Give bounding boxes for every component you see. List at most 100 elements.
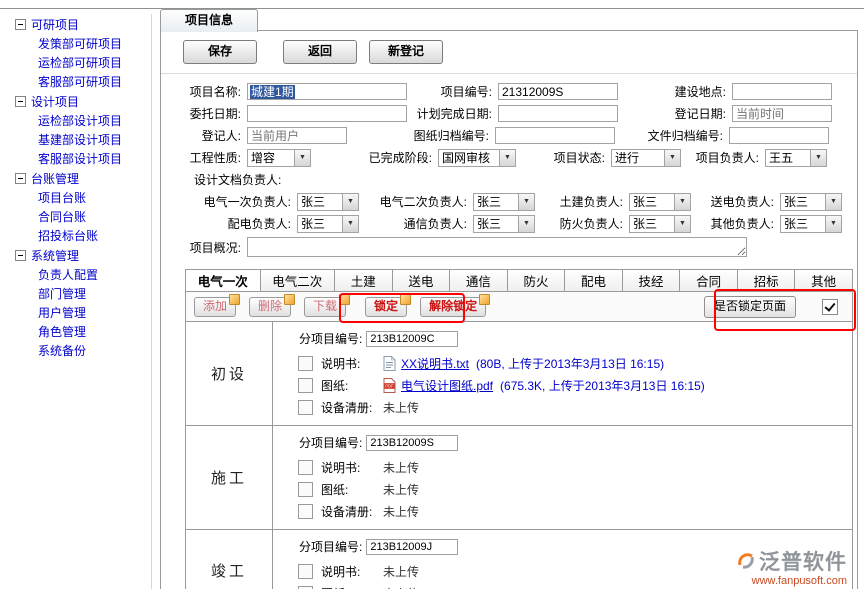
tab-bidding[interactable]: 招标 — [738, 270, 796, 291]
file-checkbox[interactable] — [298, 586, 313, 589]
sidebar-item[interactable]: 系统备份 — [0, 341, 151, 360]
file-link[interactable]: XX说明书.txt — [401, 355, 469, 372]
drawing-archive-no-input[interactable] — [495, 127, 615, 144]
sidebar-section-research[interactable]: 可研项目 — [0, 14, 151, 34]
project-no-label: 项目编号: — [407, 83, 496, 100]
sidebar-section-design[interactable]: 设计项目 — [0, 91, 151, 111]
sidebar-section-label[interactable]: 设计项目 — [31, 93, 79, 110]
sidebar-item[interactable]: 项目台账 — [0, 188, 151, 207]
project-status-select[interactable]: 进行 ▼ — [611, 149, 681, 167]
add-button[interactable]: 添加 — [194, 297, 236, 317]
sidebar-section-ledger[interactable]: 台账管理 — [0, 168, 151, 188]
file-checkbox[interactable] — [298, 356, 313, 371]
sidebar-item[interactable]: 合同台账 — [0, 207, 151, 226]
lock-page-checkbox[interactable] — [822, 299, 838, 315]
file-checkbox[interactable] — [298, 564, 313, 579]
unlock-button[interactable]: 解除锁定 — [420, 297, 486, 317]
sidebar-item[interactable]: 角色管理 — [0, 322, 151, 341]
power-dist-leader-select[interactable]: 张三 ▼ — [297, 215, 359, 233]
chevron-down-icon: ▼ — [825, 194, 841, 210]
sidebar-item[interactable]: 基建部设计项目 — [0, 130, 151, 149]
fanpu-logo-icon — [736, 550, 756, 573]
tab-civil[interactable]: 土建 — [335, 270, 393, 291]
build-site-input[interactable] — [732, 83, 832, 100]
sub-project-no-input[interactable] — [366, 435, 458, 451]
sidebar-section-system[interactable]: 系统管理 — [0, 245, 151, 265]
tab-comm[interactable]: 通信 — [450, 270, 508, 291]
file-link[interactable]: 电气设计图纸.pdf — [401, 377, 493, 394]
file-checkbox[interactable] — [298, 460, 313, 475]
sidebar-section-label[interactable]: 系统管理 — [31, 247, 79, 264]
lock-button[interactable]: 锁定 — [365, 297, 407, 317]
file-checkbox[interactable] — [298, 504, 313, 519]
sidebar-item[interactable]: 运检部设计项目 — [0, 111, 151, 130]
sidebar-item[interactable]: 招投标台账 — [0, 226, 151, 245]
file-checkbox[interactable] — [298, 482, 313, 497]
pdf-file-icon: PDF — [383, 378, 396, 393]
upload-status: 未上传 — [383, 481, 419, 498]
tree-collapse-icon[interactable] — [15, 250, 26, 261]
sidebar-item[interactable]: 发策部可研项目 — [0, 34, 151, 53]
tab-fire[interactable]: 防火 — [508, 270, 566, 291]
phase-row-construction: 施工 分项目编号: 说明书: 未上传 图纸: 未上传 — [186, 426, 852, 530]
tree-collapse-icon[interactable] — [15, 96, 26, 107]
sidebar-item[interactable]: 客服部可研项目 — [0, 72, 151, 91]
sidebar-item[interactable]: 客服部设计项目 — [0, 149, 151, 168]
sidebar-item[interactable]: 部门管理 — [0, 284, 151, 303]
fire-leader-label: 防火负责人: — [535, 215, 627, 232]
overview-textarea[interactable] — [247, 237, 747, 257]
tab-tech-econ[interactable]: 技经 — [623, 270, 681, 291]
register-date-input[interactable] — [732, 105, 832, 122]
chevron-down-icon: ▼ — [825, 216, 841, 232]
file-meta: (80B, 上传于2013年3月13日 16:15) — [476, 355, 664, 372]
sidebar-item[interactable]: 负责人配置 — [0, 265, 151, 284]
sidebar-item[interactable]: 运检部可研项目 — [0, 53, 151, 72]
lock-page-button[interactable]: 是否锁定页面 — [704, 296, 796, 318]
elec-secondary-select[interactable]: 张三 ▼ — [473, 193, 535, 211]
civil-leader-select[interactable]: 张三 ▼ — [629, 193, 691, 211]
sidebar-section-label[interactable]: 可研项目 — [31, 16, 79, 33]
project-form: 项目名称: 城建1期 项目编号: 建设地点: 委托日期: 计划完成日期: 登记日… — [161, 74, 857, 259]
sub-project-no-input[interactable] — [366, 331, 458, 347]
file-archive-no-input[interactable] — [729, 127, 829, 144]
tab-elec-secondary[interactable]: 电气二次 — [261, 270, 336, 291]
comm-leader-select[interactable]: 张三 ▼ — [473, 215, 535, 233]
plan-finish-date-input[interactable] — [498, 105, 618, 122]
back-button[interactable]: 返回 — [283, 40, 357, 64]
edit-corner-icon — [400, 294, 411, 305]
chevron-down-icon: ▼ — [342, 216, 358, 232]
new-register-button[interactable]: 新登记 — [369, 40, 443, 64]
sidebar-section-label[interactable]: 台账管理 — [31, 170, 79, 187]
finished-stage-select[interactable]: 国网审核 ▼ — [438, 149, 516, 167]
tree-collapse-icon[interactable] — [15, 19, 26, 30]
power-send-leader-select[interactable]: 张三 ▼ — [780, 193, 842, 211]
project-name-label: 项目名称: — [161, 83, 245, 100]
file-checkbox[interactable] — [298, 378, 313, 393]
tab-power-send[interactable]: 送电 — [393, 270, 451, 291]
tab-project-info[interactable]: 项目信息 — [160, 9, 258, 32]
file-checkbox[interactable] — [298, 400, 313, 415]
download-button[interactable]: 下载 — [304, 297, 346, 317]
sub-project-no-input[interactable] — [366, 539, 458, 555]
sidebar-item[interactable]: 用户管理 — [0, 303, 151, 322]
project-name-input[interactable]: 城建1期 — [247, 83, 407, 100]
tree-collapse-icon[interactable] — [15, 173, 26, 184]
tab-power-dist[interactable]: 配电 — [565, 270, 623, 291]
entrust-date-input[interactable] — [247, 105, 407, 122]
finished-stage-label: 已完成阶段: — [311, 149, 436, 166]
fire-leader-select[interactable]: 张三 ▼ — [629, 215, 691, 233]
project-no-input[interactable] — [498, 83, 618, 100]
project-nature-select[interactable]: 增容 ▼ — [247, 149, 311, 167]
tab-other[interactable]: 其他 — [795, 270, 852, 291]
tab-elec-primary[interactable]: 电气一次 — [186, 270, 261, 291]
upload-status: 未上传 — [383, 563, 419, 580]
edit-corner-icon — [284, 294, 295, 305]
tab-contract[interactable]: 合同 — [680, 270, 738, 291]
registrant-input[interactable] — [247, 127, 347, 144]
save-button[interactable]: 保存 — [183, 40, 257, 64]
project-leader-select[interactable]: 王五 ▼ — [765, 149, 827, 167]
other-leader-select[interactable]: 张三 ▼ — [780, 215, 842, 233]
phase-name: 施工 — [186, 426, 273, 529]
elec-primary-select[interactable]: 张三 ▼ — [297, 193, 359, 211]
delete-button[interactable]: 删除 — [249, 297, 291, 317]
